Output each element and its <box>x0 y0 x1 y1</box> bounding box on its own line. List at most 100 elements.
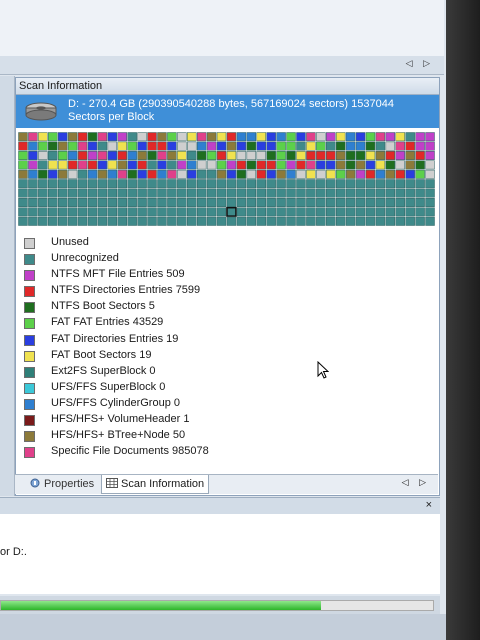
block-cell[interactable] <box>326 188 336 198</box>
block-cell[interactable] <box>335 141 346 151</box>
block-cell[interactable] <box>38 188 48 198</box>
block-cell[interactable] <box>196 188 207 198</box>
block-cell[interactable] <box>296 169 306 179</box>
block-cell[interactable] <box>375 198 386 207</box>
block-cell[interactable] <box>345 141 356 151</box>
block-cell[interactable] <box>246 141 257 151</box>
block-cell[interactable] <box>187 141 197 151</box>
block-cell[interactable] <box>296 160 306 170</box>
block-cell[interactable] <box>375 132 386 142</box>
block-cell[interactable] <box>157 132 167 142</box>
block-cell[interactable] <box>117 141 127 151</box>
block-cell[interactable] <box>415 141 425 151</box>
block-cell[interactable] <box>97 188 108 198</box>
block-cell[interactable] <box>167 188 177 198</box>
block-cell[interactable] <box>187 207 197 217</box>
block-cell[interactable] <box>18 151 28 160</box>
block-cell[interactable] <box>276 160 286 170</box>
block-cell[interactable] <box>137 207 147 217</box>
block-cell[interactable] <box>316 160 326 170</box>
block-cell[interactable] <box>326 151 336 160</box>
block-cell[interactable] <box>276 188 286 198</box>
block-cell[interactable] <box>18 160 28 170</box>
block-cell[interactable] <box>87 188 98 198</box>
block-cell[interactable] <box>405 207 415 217</box>
block-cell[interactable] <box>316 132 326 142</box>
block-cell[interactable] <box>365 179 376 189</box>
block-cell[interactable] <box>127 179 137 189</box>
block-cell[interactable] <box>365 198 376 207</box>
block-cell[interactable] <box>256 216 266 226</box>
block-cell[interactable] <box>395 179 405 189</box>
block-cell[interactable] <box>256 160 266 170</box>
block-cell[interactable] <box>335 207 346 217</box>
block-cell[interactable] <box>375 216 386 226</box>
block-cell[interactable] <box>385 151 396 160</box>
block-cell[interactable] <box>18 198 28 207</box>
block-cell[interactable] <box>405 179 415 189</box>
block-cell[interactable] <box>187 151 197 160</box>
block-cell[interactable] <box>415 160 425 170</box>
block-cell[interactable] <box>326 160 336 170</box>
block-cell[interactable] <box>266 160 276 170</box>
block-cell[interactable] <box>157 198 167 207</box>
block-cell[interactable] <box>137 169 147 179</box>
block-cell[interactable] <box>395 188 405 198</box>
block-cell[interactable] <box>57 169 68 179</box>
block-cell[interactable] <box>276 216 286 226</box>
block-cell[interactable] <box>345 188 356 198</box>
block-cell[interactable] <box>87 132 98 142</box>
block-cell[interactable] <box>395 207 405 217</box>
block-cell[interactable] <box>48 151 58 160</box>
block-cell[interactable] <box>276 169 286 179</box>
block-cell[interactable] <box>167 216 177 226</box>
block-cell[interactable] <box>87 160 98 170</box>
block-cell[interactable] <box>216 169 227 179</box>
block-cell[interactable] <box>117 169 127 179</box>
block-cell[interactable] <box>286 179 296 189</box>
block-cell[interactable] <box>18 179 28 189</box>
block-cell[interactable] <box>306 141 316 151</box>
block-cell[interactable] <box>415 179 425 189</box>
block-cell[interactable] <box>365 151 376 160</box>
block-cell[interactable] <box>127 132 137 142</box>
block-cell[interactable] <box>276 141 286 151</box>
block-cell[interactable] <box>57 160 68 170</box>
block-cell[interactable] <box>425 132 435 142</box>
block-cell[interactable] <box>375 169 386 179</box>
block-cell[interactable] <box>147 169 157 179</box>
block-cell[interactable] <box>236 160 247 170</box>
block-cell[interactable] <box>276 179 286 189</box>
block-cell[interactable] <box>167 179 177 189</box>
block-cell[interactable] <box>385 132 396 142</box>
block-cell[interactable] <box>38 179 48 189</box>
block-cell[interactable] <box>206 207 217 217</box>
block-cell[interactable] <box>57 216 68 226</box>
block-cell[interactable] <box>187 132 197 142</box>
block-cell[interactable] <box>127 198 137 207</box>
block-cell[interactable] <box>385 207 396 217</box>
block-cell[interactable] <box>236 151 247 160</box>
block-cell[interactable] <box>137 141 147 151</box>
block-cell[interactable] <box>226 188 237 198</box>
block-cell[interactable] <box>177 207 187 217</box>
block-cell[interactable] <box>77 151 88 160</box>
block-cell[interactable] <box>97 132 108 142</box>
block-cell[interactable] <box>187 216 197 226</box>
block-cell[interactable] <box>385 188 396 198</box>
block-cell[interactable] <box>425 216 435 226</box>
block-cell[interactable] <box>236 141 247 151</box>
block-cell[interactable] <box>87 207 98 217</box>
block-cell[interactable] <box>77 141 88 151</box>
block-cell[interactable] <box>355 160 366 170</box>
block-cell[interactable] <box>38 160 48 170</box>
block-cell[interactable] <box>425 207 435 217</box>
block-cell[interactable] <box>385 169 396 179</box>
block-cell[interactable] <box>286 188 296 198</box>
block-cell[interactable] <box>345 198 356 207</box>
block-cell[interactable] <box>18 141 28 151</box>
block-cell[interactable] <box>335 151 346 160</box>
block-cell[interactable] <box>117 179 127 189</box>
block-cell[interactable] <box>77 207 88 217</box>
block-cell[interactable] <box>57 179 68 189</box>
